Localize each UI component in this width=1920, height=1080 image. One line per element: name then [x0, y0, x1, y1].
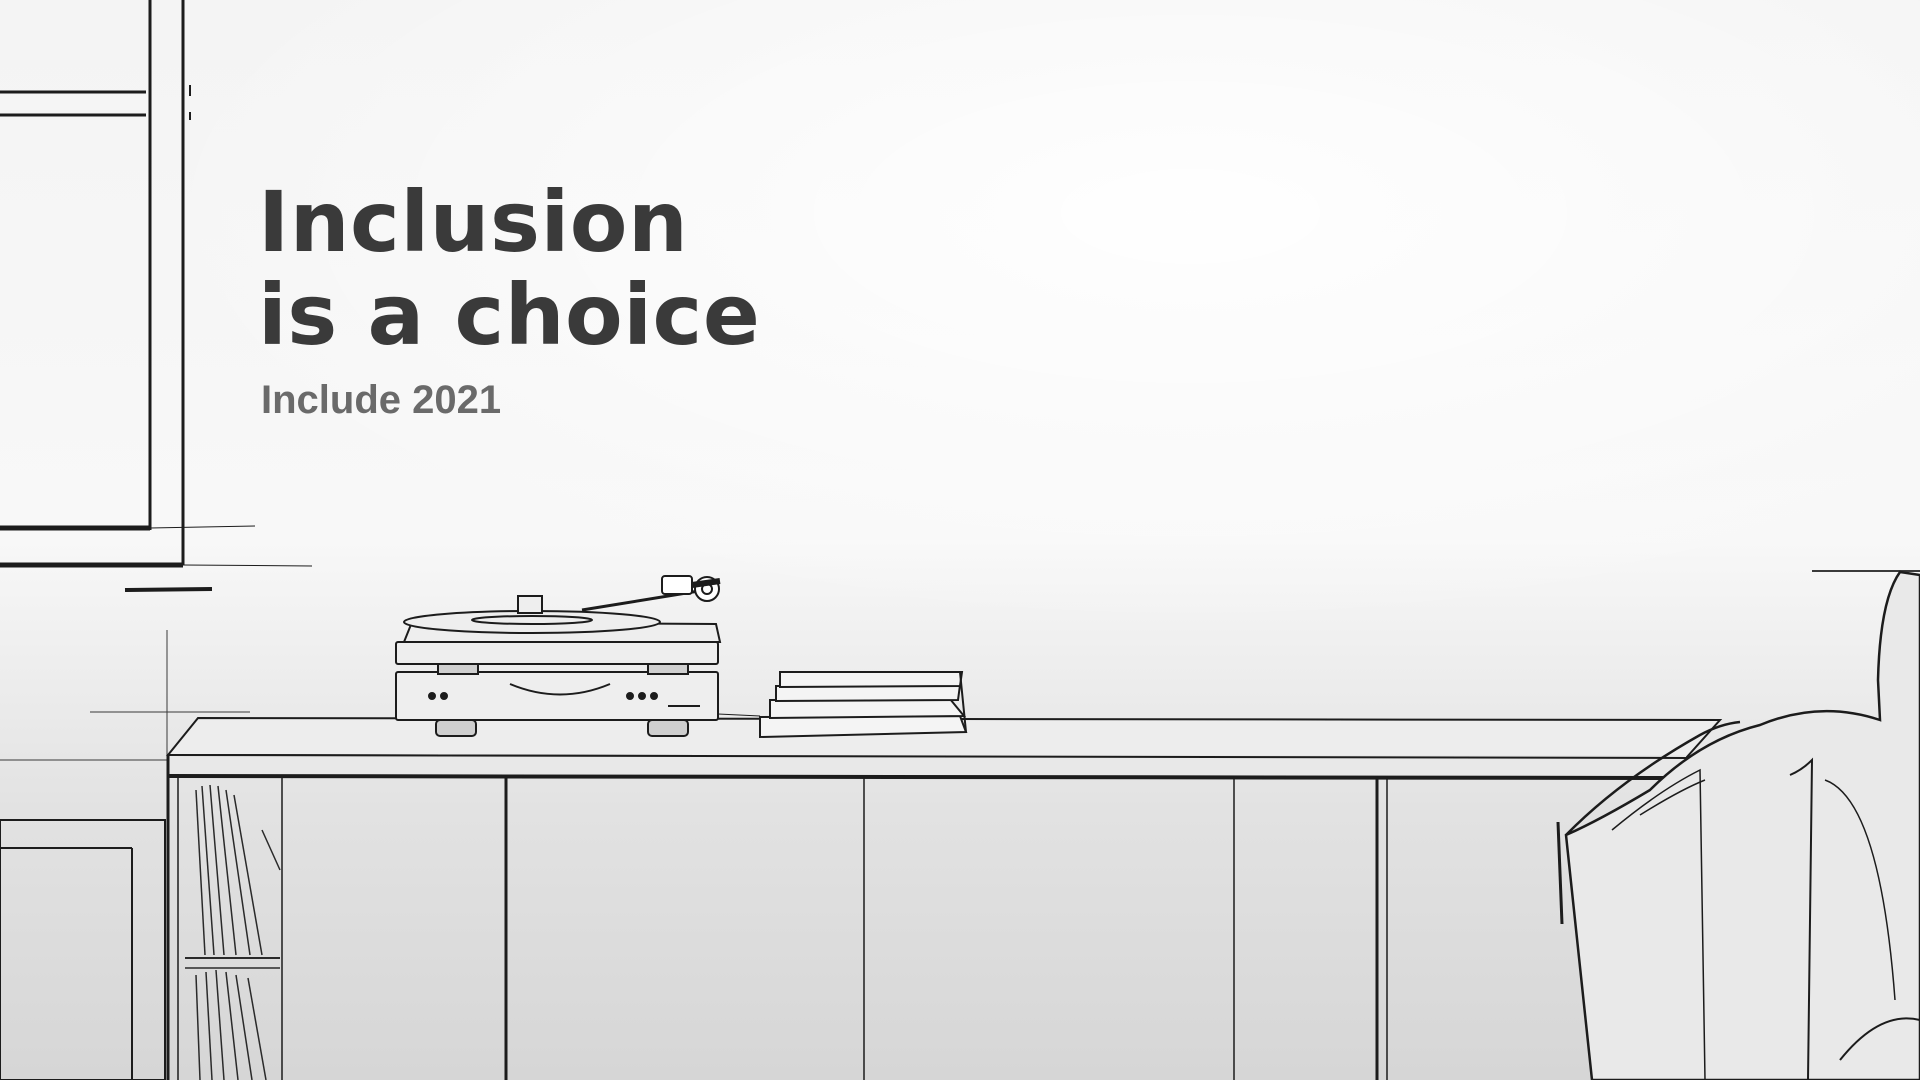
- headline: Inclusion is a choice: [258, 176, 760, 362]
- sketch-room-illustration: [0, 0, 1920, 1080]
- headline-line-1: Inclusion: [258, 173, 689, 271]
- event-name: Include 2021: [261, 378, 502, 422]
- headline-line-2: is a choice: [258, 266, 761, 364]
- hero-block: Inclusion is a choice Include 2021: [258, 176, 760, 423]
- book-stack-icon: [759, 671, 968, 739]
